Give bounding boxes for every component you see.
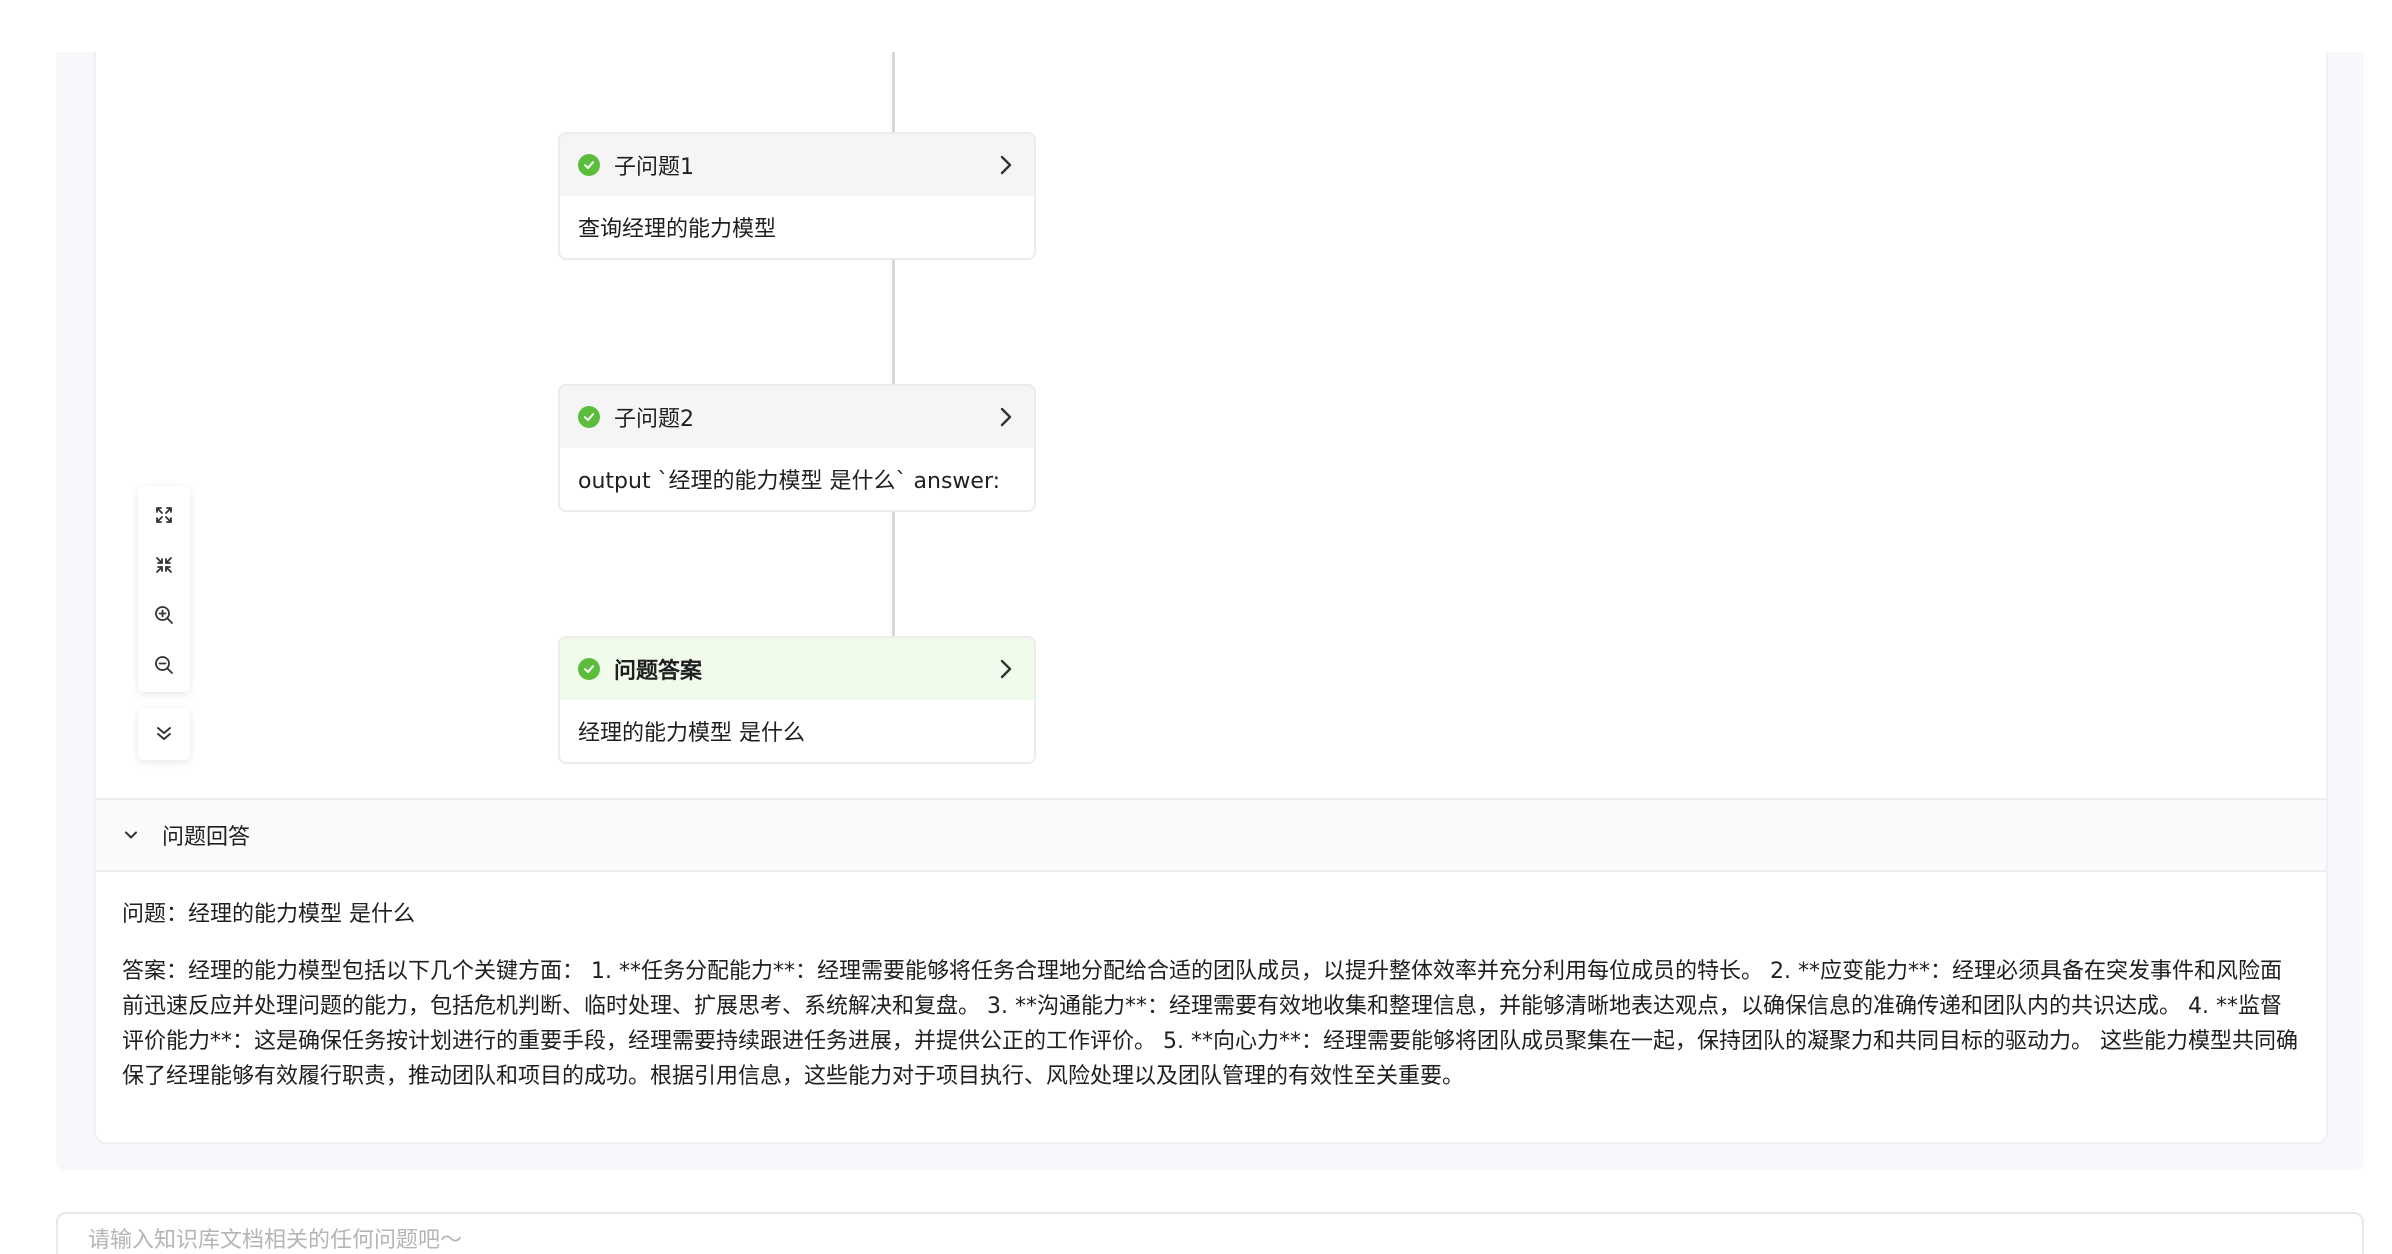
answer-section-toggle[interactable]: 问题回答 (96, 798, 2326, 872)
zoom-out-icon (155, 656, 173, 674)
result-card: 子问题1 查询经理的能力模型 子问题2 output `经理的能力模型 是什么`… (94, 52, 2328, 1144)
zoom-toolbar (138, 486, 190, 692)
collapse-flow-button[interactable] (138, 708, 190, 760)
chevron-down-icon (125, 831, 137, 839)
fullscreen-button[interactable] (144, 490, 184, 540)
answer-content: 问题：经理的能力模型 是什么 答案：经理的能力模型包括以下几个关键方面： 1. … (122, 872, 2298, 1094)
chat-input-container[interactable] (56, 1212, 2364, 1254)
question-text: 问题：经理的能力模型 是什么 (122, 902, 415, 927)
flow-node-sub-question-1[interactable]: 子问题1 查询经理的能力模型 (558, 132, 1036, 260)
zoom-in-icon (155, 606, 173, 624)
flow-canvas[interactable]: 子问题1 查询经理的能力模型 子问题2 output `经理的能力模型 是什么`… (96, 52, 2326, 798)
chat-input[interactable] (88, 1228, 2288, 1253)
zoom-in-button[interactable] (144, 590, 184, 640)
flow-connector (892, 52, 895, 132)
check-circle-icon (578, 658, 600, 680)
fit-view-icon (156, 557, 172, 573)
chevron-right-icon[interactable] (996, 405, 1016, 429)
check-circle-icon (578, 406, 600, 428)
check-circle-icon (578, 154, 600, 176)
node-header[interactable]: 问题答案 (560, 638, 1034, 700)
node-header[interactable]: 子问题1 (560, 134, 1034, 196)
node-body: 经理的能力模型 是什么 (578, 721, 805, 746)
node-title: 子问题1 (614, 155, 694, 180)
answer-text: 答案：经理的能力模型包括以下几个关键方面： 1. **任务分配能力**：经理需要… (122, 959, 2298, 1089)
zoom-out-button[interactable] (144, 640, 184, 690)
double-chevron-down-icon (157, 727, 171, 740)
chevron-right-icon[interactable] (996, 657, 1016, 681)
node-title: 问题答案 (614, 659, 703, 684)
fullscreen-icon (156, 507, 172, 523)
node-body: output `经理的能力模型 是什么` answer: (578, 469, 1001, 494)
node-header[interactable]: 子问题2 (560, 386, 1034, 448)
node-title: 子问题2 (614, 407, 694, 432)
flow-node-answer[interactable]: 问题答案 经理的能力模型 是什么 (558, 636, 1036, 764)
page: 子问题1 查询经理的能力模型 子问题2 output `经理的能力模型 是什么`… (0, 0, 2392, 1254)
flow-connector (892, 260, 895, 384)
flow-node-sub-question-2[interactable]: 子问题2 output `经理的能力模型 是什么` answer: (558, 384, 1036, 512)
node-body: 查询经理的能力模型 (578, 217, 777, 242)
chevron-right-icon[interactable] (996, 153, 1016, 177)
flow-connector (892, 512, 895, 636)
answer-section-title: 问题回答 (162, 825, 251, 850)
fit-view-button[interactable] (144, 540, 184, 590)
